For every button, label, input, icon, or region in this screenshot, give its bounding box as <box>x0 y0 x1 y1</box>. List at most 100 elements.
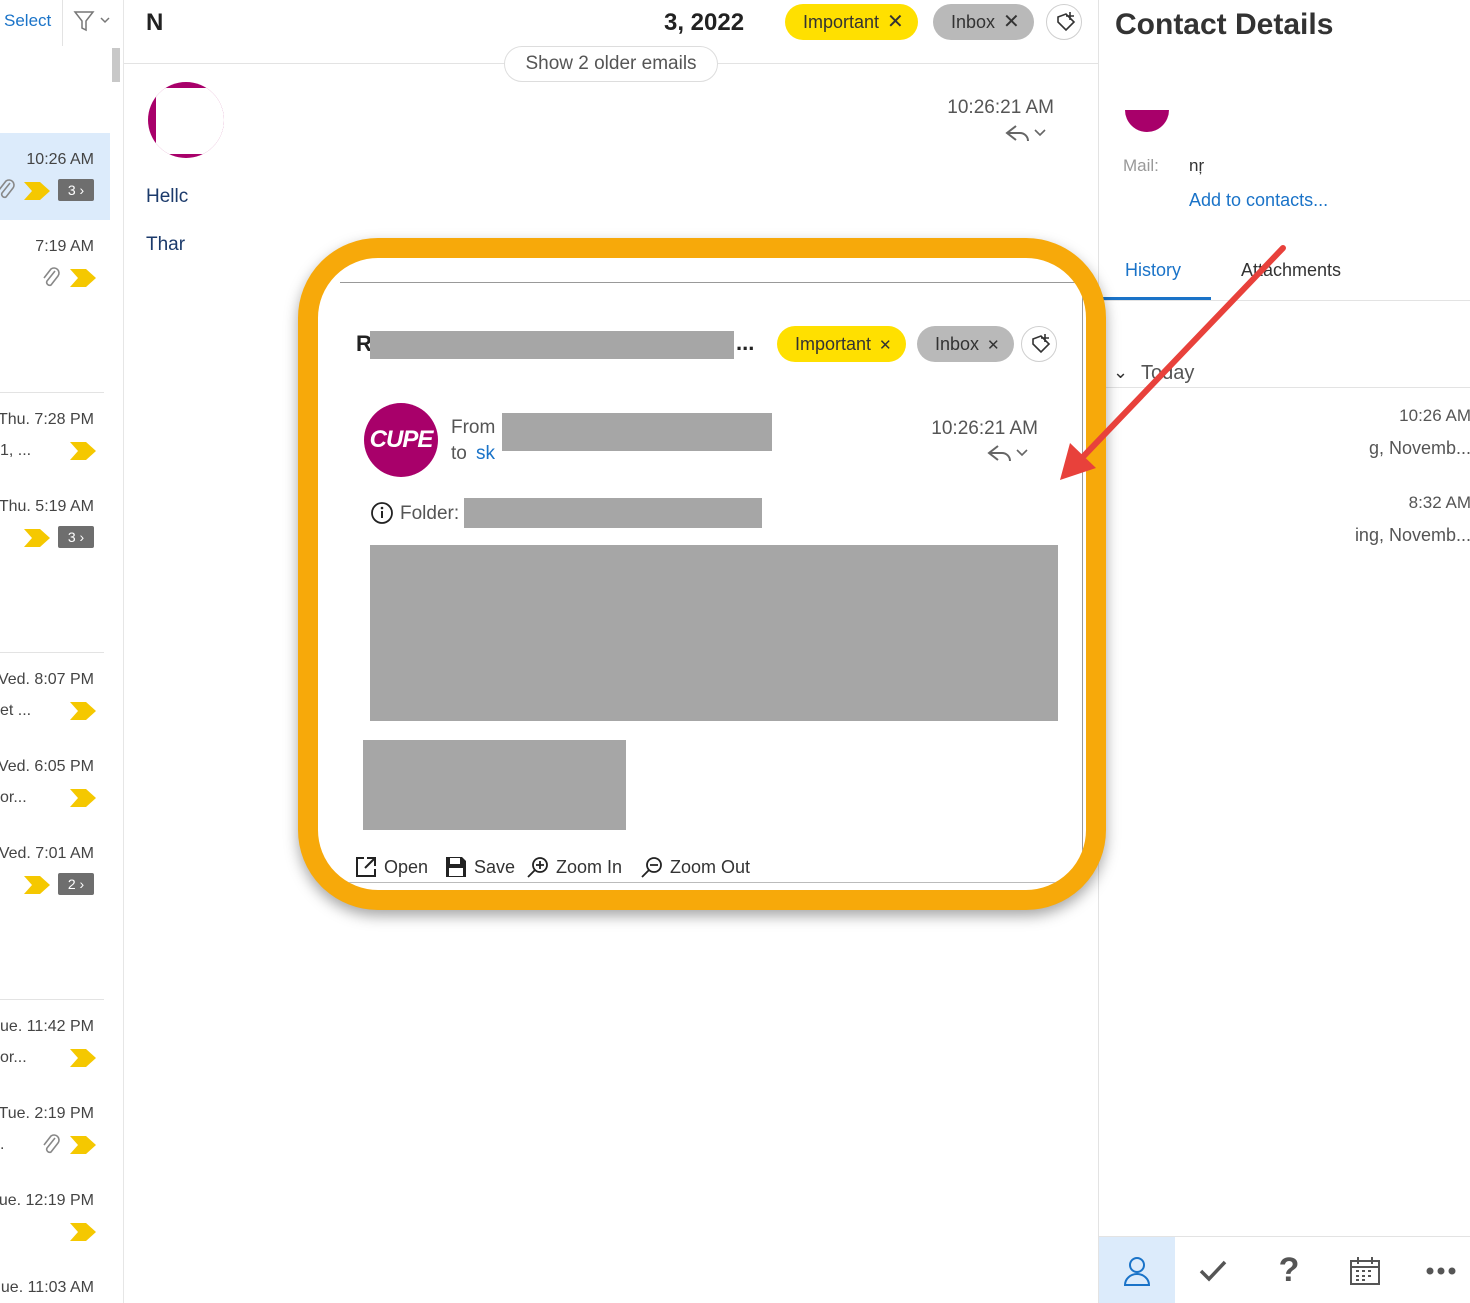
remove-chip-icon[interactable]: ✕ <box>887 11 904 33</box>
checkmark-icon <box>1199 1260 1227 1282</box>
thread-count-badge: 3 › <box>58 179 94 201</box>
sender-avatar <box>148 82 224 158</box>
panel-title: Contact Details <box>1115 8 1334 41</box>
contact-tab-button[interactable] <box>1099 1237 1175 1303</box>
reply-icon[interactable] <box>1004 123 1048 143</box>
redacted-sender <box>502 413 772 451</box>
chevron-down-icon[interactable]: ⌄ <box>1113 362 1128 383</box>
contact-avatar <box>1125 110 1169 132</box>
zoom-out-button[interactable]: Zoom Out <box>640 855 750 879</box>
tab-attachments[interactable]: Attachments <box>1241 260 1341 281</box>
list-item-time: 10:26 AM <box>26 151 94 168</box>
list-scrollbar[interactable] <box>112 48 120 82</box>
filter-button[interactable] <box>62 0 118 46</box>
folder-label: Folder: <box>400 503 460 524</box>
important-flag-icon <box>24 876 50 894</box>
history-item-snippet: g, Novemb... <box>1368 438 1470 458</box>
important-category-chip[interactable]: Important ✕ <box>777 326 906 362</box>
callout-divider <box>340 282 1086 283</box>
add-to-contacts-link[interactable]: Add to contacts... <box>1189 190 1328 211</box>
more-tab-button[interactable] <box>1403 1237 1470 1303</box>
email-body-line: Hellc <box>146 186 189 207</box>
list-item-snippet: et ... <box>0 702 32 719</box>
history-item[interactable]: 8:32 AM ing, Novemb... <box>1099 491 1470 555</box>
list-item-time: Tue. 2:19 PM <box>0 1105 94 1122</box>
important-flag-icon <box>70 269 96 287</box>
important-flag-icon <box>70 442 96 460</box>
list-item-snippet: . <box>0 1136 5 1153</box>
help-tab-button[interactable]: ? <box>1251 1237 1327 1303</box>
more-dots-icon <box>1426 1267 1456 1274</box>
message-time: 10:26:21 AM <box>931 418 1038 439</box>
list-item-time: Ved. 6:05 PM <box>0 758 94 775</box>
calendar-tab-button[interactable] <box>1327 1237 1403 1303</box>
paperclip-icon <box>43 1134 60 1154</box>
remove-chip-icon[interactable]: ✕ <box>1003 11 1020 33</box>
message-list: Select 10:26 AM 3 › 7:19 AM Thu. 7:28 PM… <box>0 0 124 1303</box>
important-flag-icon <box>70 1136 96 1154</box>
history-group-label: Today <box>1141 362 1195 384</box>
from-label: From <box>451 417 496 438</box>
save-label: Save <box>474 856 516 877</box>
list-item-time: ue. 12:19 PM <box>0 1192 94 1209</box>
list-divider <box>0 392 104 393</box>
show-older-emails-button[interactable]: Show 2 older emails <box>504 46 718 82</box>
chip-label: Important <box>803 12 880 32</box>
zoom-callout: R ... Important ✕ Inbox ✕ CUPE From to sk … <box>298 238 1106 910</box>
list-item-time: ue. 11:03 AM <box>0 1279 94 1296</box>
list-item-snippet: or... <box>0 789 27 806</box>
inbox-category-chip[interactable]: Inbox ✕ <box>933 4 1034 40</box>
redacted-folder <box>464 498 762 528</box>
chip-label: Inbox <box>951 12 996 32</box>
chip-label: Inbox <box>935 334 980 354</box>
remove-chip-icon[interactable]: ✕ <box>987 337 1000 354</box>
reply-icon[interactable] <box>986 443 1030 463</box>
important-category-chip[interactable]: Important ✕ <box>785 4 918 40</box>
inbox-category-chip[interactable]: Inbox ✕ <box>917 326 1014 362</box>
history-item-time: 10:26 AM <box>1399 406 1470 425</box>
tabs-divider <box>1099 300 1470 301</box>
group-divider <box>1099 387 1470 388</box>
info-icon <box>371 502 393 524</box>
tab-history[interactable]: History <box>1125 260 1181 281</box>
zoom-in-button[interactable]: Zoom In <box>526 855 622 879</box>
email-subject: N <box>146 9 164 36</box>
important-flag-icon <box>24 182 50 200</box>
zoom-out-label: Zoom Out <box>670 856 751 877</box>
email-body-line: Thar <box>146 234 186 255</box>
mail-value: nŗ <box>1189 156 1205 175</box>
add-tag-button[interactable] <box>1021 326 1057 362</box>
filter-icon <box>73 11 110 32</box>
calendar-icon <box>1350 1256 1380 1285</box>
redacted-subject <box>370 331 734 359</box>
list-item-snippet: 1, ... <box>0 442 32 459</box>
list-item-time: Thu. 5:19 AM <box>0 498 94 515</box>
history-item-time: 8:32 AM <box>1408 493 1470 512</box>
tag-plus-icon <box>1057 12 1076 32</box>
list-item-time: Thu. 7:28 PM <box>0 411 94 428</box>
floppy-disk-icon <box>446 857 466 877</box>
list-item-snippet: or... <box>0 1049 27 1066</box>
tasks-tab-button[interactable] <box>1175 1237 1251 1303</box>
remove-chip-icon[interactable]: ✕ <box>879 337 892 354</box>
important-flag-icon <box>70 702 96 720</box>
tag-plus-icon <box>1032 334 1051 354</box>
paperclip-icon <box>0 179 15 199</box>
callout-divider <box>340 882 1086 883</box>
select-button[interactable]: Select <box>4 11 51 31</box>
add-tag-button[interactable] <box>1046 4 1082 40</box>
save-button[interactable]: Save <box>444 855 515 879</box>
question-mark-icon: ? <box>1278 1251 1300 1289</box>
history-item[interactable]: 10:26 AM g, Novemb... <box>1099 404 1470 468</box>
list-item-selected[interactable] <box>0 133 110 220</box>
contact-details-panel: Contact Details Mail: nŗ Add to contacts… <box>1098 0 1470 1303</box>
mail-label: Mail: <box>1123 156 1159 175</box>
zoom-in-label: Zoom In <box>556 856 623 877</box>
sender-logo: CUPE <box>364 403 438 477</box>
chip-label: Important <box>795 334 872 354</box>
important-flag-icon <box>70 1049 96 1067</box>
important-flag-icon <box>24 529 50 547</box>
open-external-icon <box>356 857 376 877</box>
recipient-link[interactable]: sk <box>476 443 495 465</box>
open-button[interactable]: Open <box>354 855 428 879</box>
